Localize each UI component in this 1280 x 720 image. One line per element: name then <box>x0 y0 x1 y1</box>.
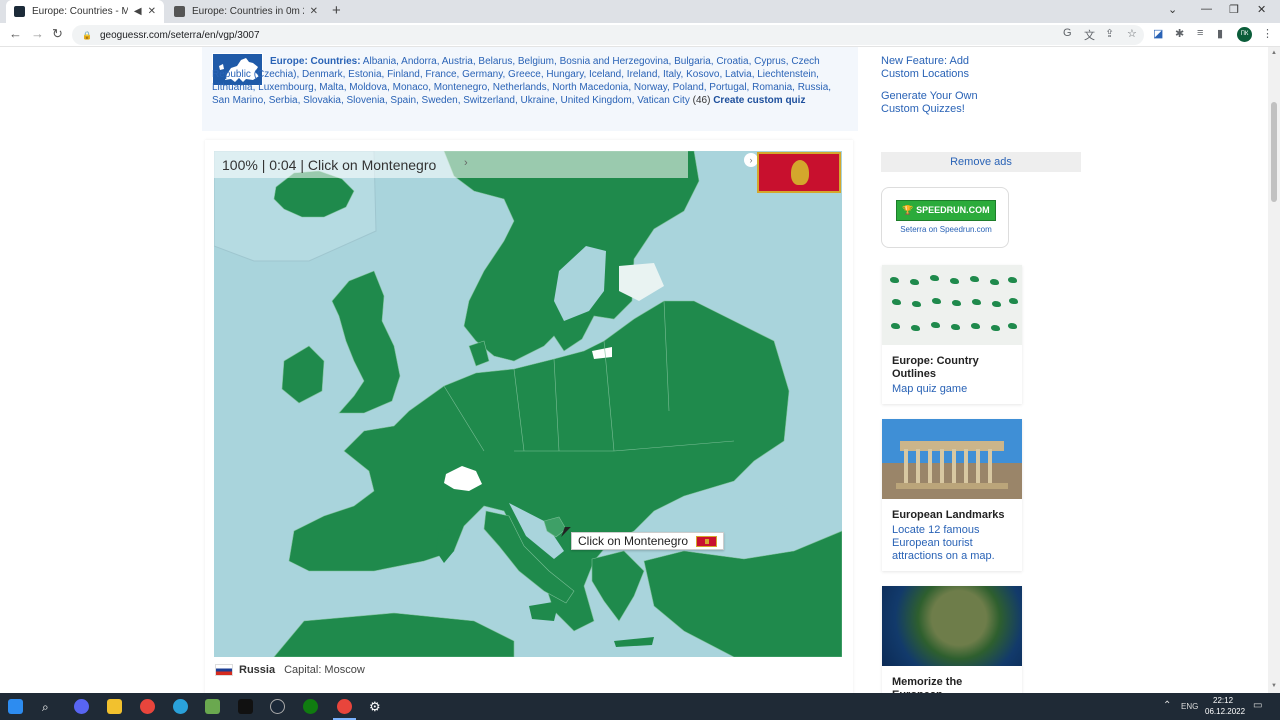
minecraft-icon[interactable] <box>205 699 220 714</box>
epic-games-icon[interactable] <box>238 699 253 714</box>
forward-icon[interactable]: → <box>31 26 44 41</box>
profile-avatar[interactable]: ПК <box>1237 27 1252 42</box>
new-feature-link[interactable]: New Feature: Add Custom Locations <box>881 55 991 81</box>
tab-title: Europe: Countries - Map Qu... <box>32 6 128 17</box>
page-scrollbar[interactable]: ▲ ▼ <box>1268 47 1280 693</box>
windows-start-icon[interactable] <box>8 699 23 714</box>
quiz-info-box: Europe: Countries: Albania, Andorra, Aus… <box>202 47 858 131</box>
last-answer: Russia Capital: Moscow <box>215 664 365 676</box>
language-indicator[interactable]: ENG <box>1181 702 1198 711</box>
europe-map[interactable]: 100% | 0:04 | Click on Montenegro › › Cl… <box>214 151 842 657</box>
tab-speedrun[interactable]: Europe: Countries in 0m 22s* by... ✕ <box>166 0 326 23</box>
tab-map-quiz[interactable]: Europe: Countries - Map Qu... ◀ ✕ <box>6 0 164 23</box>
discord-icon[interactable] <box>74 699 89 714</box>
translate-icon[interactable]: 文 <box>1084 27 1095 43</box>
quiz-card-subtitle[interactable]: Locate 12 famous European tourist attrac… <box>882 522 1022 571</box>
browser-tab-bar: Europe: Countries - Map Qu... ◀ ✕ Europe… <box>0 0 1280 23</box>
restore-icon[interactable]: ❐ <box>1229 3 1239 16</box>
windows-taskbar: ⌕ ⚙ ⌃ ENG 22:12 06.12.2022 ▭ <box>0 693 1280 720</box>
file-explorer-icon[interactable] <box>107 699 122 714</box>
minimize-icon[interactable]: — <box>1201 3 1212 15</box>
chevron-right-icon[interactable]: › <box>464 157 468 169</box>
clock-time[interactable]: 22:12 <box>1213 696 1233 705</box>
speedrun-link[interactable]: Seterra on Speedrun.com <box>882 225 1010 234</box>
media-icon[interactable]: ≡ <box>1197 27 1203 39</box>
answer-capital: Capital: Moscow <box>284 664 365 676</box>
country-outlines-image <box>882 265 1022 345</box>
tab-close-icon[interactable]: ✕ <box>310 6 318 17</box>
extension-translate-icon[interactable]: ◪ <box>1153 27 1163 40</box>
browser-menu-icon[interactable]: ⋮ <box>1262 27 1273 40</box>
speedrun-favicon-icon <box>174 6 185 17</box>
notifications-icon[interactable]: ▭ <box>1253 700 1262 711</box>
expand-arrow-icon[interactable]: › <box>744 153 758 167</box>
quiz-card-subtitle[interactable]: Map quiz game <box>882 381 1022 404</box>
quiz-card-memorize[interactable]: Memorize the European <box>882 586 1022 693</box>
russia-flag-icon <box>215 664 233 676</box>
quiz-card-title: Memorize the European <box>892 676 963 693</box>
greece <box>591 550 645 622</box>
telegram-icon[interactable] <box>173 699 188 714</box>
speedrun-logo: 🏆 SPEEDRUN.COM <box>896 200 996 221</box>
url-field[interactable]: 🔒 geoguessr.com/seterra/en/vgp/3007 <box>72 25 1144 45</box>
speedrun-box[interactable]: 🏆 SPEEDRUN.COM Seterra on Speedrun.com <box>881 187 1009 248</box>
web-page: Europe: Countries: Albania, Andorra, Aus… <box>0 47 1268 693</box>
remove-ads-button[interactable]: Remove ads <box>881 152 1081 172</box>
quiz-title: Europe: Countries: <box>270 56 361 67</box>
back-icon[interactable]: ← <box>9 26 22 41</box>
xbox-icon[interactable] <box>303 699 318 714</box>
country-count: (46) <box>692 95 711 106</box>
generate-quizzes-link[interactable]: Generate Your Own Custom Quizzes! <box>881 90 991 116</box>
google-icon[interactable]: G <box>1063 27 1072 39</box>
map-tooltip: Click on Montenegro <box>571 532 725 550</box>
scroll-down-icon[interactable]: ▼ <box>1271 683 1277 689</box>
quiz-card-title: European Landmarks <box>892 509 1005 521</box>
answer-country: Russia <box>239 664 276 676</box>
parthenon-image <box>882 419 1022 499</box>
new-tab-icon[interactable]: + <box>332 2 341 19</box>
tab-title: Europe: Countries in 0m 22s* by... <box>192 6 304 17</box>
tooltip-text: Click on Montenegro <box>578 534 689 548</box>
tab-close-icon[interactable]: ✕ <box>148 6 156 17</box>
steam-icon[interactable] <box>270 699 285 714</box>
clock-date[interactable]: 06.12.2022 <box>1205 707 1245 716</box>
lock-icon: 🔒 <box>82 30 92 40</box>
bookmark-star-icon[interactable]: ☆ <box>1127 27 1137 40</box>
quiz-card-outlines[interactable]: Europe: Country Outlines Map quiz game <box>882 265 1022 404</box>
scroll-up-icon[interactable]: ▲ <box>1271 50 1277 56</box>
map-svg[interactable] <box>214 151 842 657</box>
close-window-icon[interactable]: ✕ <box>1257 3 1266 16</box>
extensions-puzzle-icon[interactable]: ✱ <box>1175 27 1184 40</box>
reload-icon[interactable]: ↻ <box>52 26 63 42</box>
montenegro-flag <box>757 152 841 193</box>
quiz-country-list: Europe: Countries: Albania, Andorra, Aus… <box>212 55 848 107</box>
address-bar-row: ← → ↻ 🔒 geoguessr.com/seterra/en/vgp/300… <box>0 23 1280 47</box>
scrollbar-thumb[interactable] <box>1271 102 1277 202</box>
url-text: geoguessr.com/seterra/en/vgp/3007 <box>99 29 260 41</box>
tray-expand-icon[interactable]: ⌃ <box>1163 700 1171 711</box>
share-icon[interactable]: ⇪ <box>1105 27 1114 40</box>
create-custom-quiz-link[interactable]: Create custom quiz <box>713 95 805 106</box>
great-britain <box>331 270 401 414</box>
settings-gear-icon[interactable]: ⚙ <box>369 699 381 715</box>
quiz-status-text: 100% | 0:04 | Click on Montenegro <box>222 156 437 173</box>
speaker-icon[interactable]: ◀ <box>134 6 142 17</box>
quiz-card-title: Europe: Country Outlines <box>892 355 979 380</box>
tab-search-icon[interactable]: ⌄ <box>1168 3 1177 16</box>
tooltip-flag-icon <box>696 535 718 547</box>
ireland <box>281 345 325 404</box>
eagle-emblem-icon <box>791 160 809 185</box>
quiz-status-bar: 100% | 0:04 | Click on Montenegro › <box>214 151 688 178</box>
satellite-europe-image <box>882 586 1022 666</box>
chrome-icon[interactable] <box>140 699 155 714</box>
search-icon[interactable]: ⌕ <box>42 700 49 715</box>
seterra-favicon-icon <box>14 6 25 17</box>
chrome-active-icon[interactable] <box>333 699 356 720</box>
sidepanel-icon[interactable]: ▮ <box>1217 27 1223 40</box>
quiz-card-landmarks[interactable]: European Landmarks Locate 12 famous Euro… <box>882 419 1022 571</box>
